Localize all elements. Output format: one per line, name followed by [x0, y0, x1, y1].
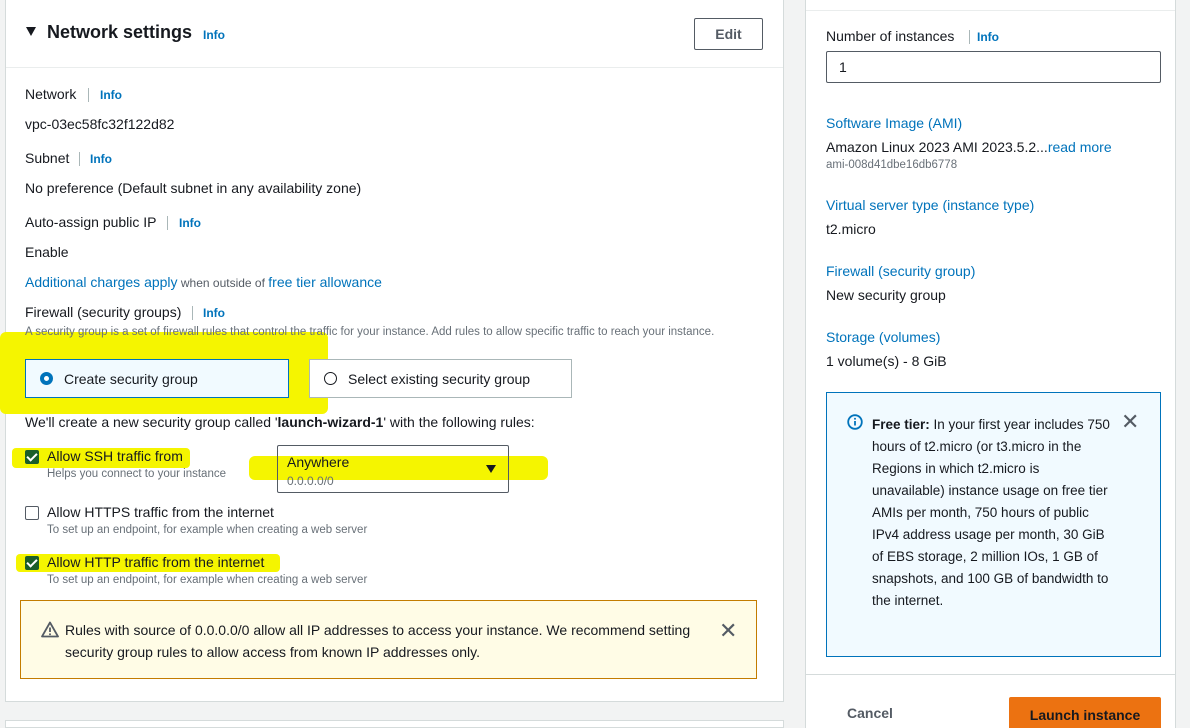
free-tier-alert: Free tier: In your first year includes 7… — [826, 392, 1161, 657]
charges-middle-text: when outside of — [177, 276, 269, 290]
free-tier-text: Free tier: In your first year includes 7… — [872, 414, 1112, 612]
instance-type-value: t2.micro — [826, 221, 876, 237]
warning-icon — [41, 621, 59, 638]
read-more-link[interactable]: read more — [1048, 139, 1112, 155]
instances-label: Number of instances — [826, 28, 955, 44]
https-label[interactable]: Allow HTTPS traffic from the internet — [47, 504, 274, 520]
radio-unselected[interactable] — [324, 372, 337, 385]
free-tier-bold: Free tier: — [872, 417, 930, 432]
ami-title-link[interactable]: Software Image (AMI) — [826, 115, 962, 131]
divider — [167, 216, 168, 230]
ami-id: ami-008d41dbe16db6778 — [826, 159, 958, 171]
divider — [88, 88, 89, 102]
network-value: vpc-03ec58fc32f122d82 — [25, 116, 175, 132]
subnet-value: No preference (Default subnet in any ava… — [25, 180, 362, 196]
cancel-button[interactable]: Cancel — [847, 705, 893, 721]
firewall-description: A security group is a set of firewall ru… — [25, 326, 715, 338]
create-group-note: We'll create a new security group called… — [25, 414, 535, 430]
ssh-source-value: Anywhere — [287, 454, 350, 470]
option-label: Select existing security group — [348, 371, 531, 387]
free-tier-allowance-link[interactable]: free tier allowance — [268, 274, 382, 290]
close-icon[interactable]: ✕ — [1121, 411, 1139, 433]
select-existing-security-group-option[interactable]: Select existing security group — [309, 359, 572, 398]
ssh-source-cidr: 0.0.0.0/0 — [287, 474, 334, 488]
edit-button[interactable]: Edit — [694, 18, 763, 50]
network-label: Network — [25, 86, 77, 102]
ssh-source-select[interactable]: Anywhere 0.0.0.0/0 — [277, 445, 509, 493]
launch-instance-button[interactable]: Launch instance — [1009, 697, 1161, 728]
warning-alert: Rules with source of 0.0.0.0/0 allow all… — [20, 600, 757, 679]
http-help: To set up an endpoint, for example when … — [47, 574, 368, 586]
close-icon[interactable]: ✕ — [719, 620, 737, 642]
ssh-help: Helps you connect to your instance — [47, 468, 226, 480]
note-text: ' with the following rules: — [383, 414, 535, 430]
warning-text-line2: security group rules to allow access fro… — [65, 644, 481, 660]
free-tier-body: In your first year includes 750 hours of… — [872, 417, 1110, 608]
divider — [79, 152, 80, 166]
instances-info-link[interactable]: Info — [977, 30, 999, 44]
radio-selected[interactable] — [40, 372, 53, 385]
note-text: We'll create a new security group called… — [25, 414, 278, 430]
divider — [192, 306, 193, 320]
info-circle-icon — [847, 414, 863, 430]
instances-input[interactable] — [826, 51, 1161, 83]
subnet-label: Subnet — [25, 150, 70, 166]
firewall-info-link[interactable]: Info — [203, 306, 225, 320]
ami-name: Amazon Linux 2023 AMI 2023.5.2... — [826, 139, 1048, 155]
firewall-link[interactable]: Firewall (security group) — [826, 263, 975, 279]
auto-ip-label: Auto-assign public IP — [25, 214, 157, 230]
storage-link[interactable]: Storage (volumes) — [826, 329, 940, 345]
security-group-name: launch-wizard-1 — [277, 414, 384, 430]
instance-type-link[interactable]: Virtual server type (instance type) — [826, 197, 1034, 213]
http-checkbox[interactable] — [25, 556, 39, 570]
next-section-edge — [5, 720, 784, 728]
divider — [969, 30, 970, 44]
https-help: To set up an endpoint, for example when … — [47, 524, 368, 536]
panel-header: Network settings Info Edit — [6, 0, 783, 68]
http-label[interactable]: Allow HTTP traffic from the internet — [47, 554, 264, 570]
divider — [806, 10, 1175, 11]
caret-down-icon[interactable] — [26, 27, 36, 36]
dropdown-arrow-icon — [486, 465, 496, 473]
create-security-group-option[interactable]: Create security group — [25, 359, 289, 398]
ssh-checkbox[interactable] — [25, 450, 39, 464]
https-checkbox[interactable] — [25, 506, 39, 520]
storage-value: 1 volume(s) - 8 GiB — [826, 353, 947, 369]
option-label: Create security group — [64, 371, 198, 387]
subnet-info-link[interactable]: Info — [90, 152, 112, 166]
title-info-link[interactable]: Info — [203, 28, 225, 42]
ami-value: Amazon Linux 2023 AMI 2023.5.2...read mo… — [826, 139, 1112, 155]
divider — [806, 674, 1175, 675]
firewall-value: New security group — [826, 287, 946, 303]
auto-ip-info-link[interactable]: Info — [179, 216, 201, 230]
network-info-link[interactable]: Info — [100, 88, 122, 102]
summary-panel: Number of instances Info Software Image … — [805, 0, 1176, 728]
panel-title[interactable]: Network settings — [47, 22, 192, 43]
ssh-label[interactable]: Allow SSH traffic from — [47, 448, 183, 464]
auto-ip-value: Enable — [25, 244, 69, 260]
firewall-label: Firewall (security groups) — [25, 304, 182, 320]
warning-text-line1: Rules with source of 0.0.0.0/0 allow all… — [65, 622, 691, 638]
charges-note: Additional charges apply when outside of… — [25, 274, 382, 290]
additional-charges-link[interactable]: Additional charges apply — [25, 274, 178, 290]
